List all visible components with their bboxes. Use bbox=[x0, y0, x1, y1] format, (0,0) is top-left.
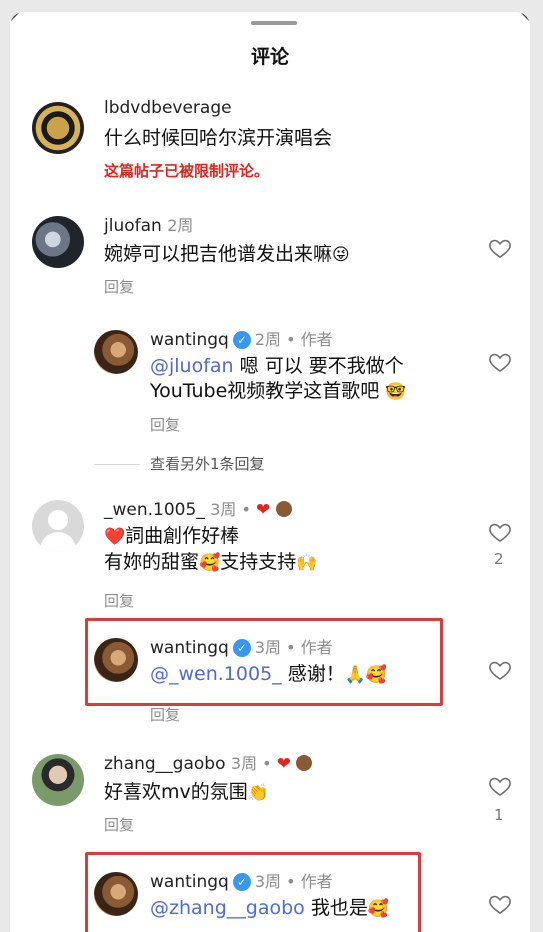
emoji: 🥰 bbox=[367, 899, 389, 919]
avatar[interactable] bbox=[94, 872, 138, 916]
timestamp: 2周 bbox=[254, 330, 282, 349]
username-row: wantingq ✓ 2周 • 作者 bbox=[150, 330, 333, 350]
drag-handle[interactable] bbox=[251, 21, 297, 25]
verified-badge-icon: ✓ bbox=[232, 639, 251, 657]
username-row: zhang__gaobo 3周 • ❤ bbox=[104, 750, 313, 774]
comment-text: @jluofan 嗯 可以 要不我做个 YouTube视频教学这首歌吧 🤓 bbox=[150, 355, 407, 402]
username[interactable]: wantingq bbox=[150, 638, 229, 658]
comment-text: @zhang__gaobo 我也是🥰 bbox=[150, 897, 389, 919]
emoji: 🤓 bbox=[385, 382, 407, 402]
restricted-notice: 这篇帖子已被限制评论。 bbox=[104, 162, 270, 180]
username[interactable]: _wen.1005_ bbox=[104, 500, 205, 520]
username[interactable]: zhang__gaobo bbox=[104, 754, 225, 774]
emoji: 😜 bbox=[332, 245, 350, 265]
username[interactable]: wantingq bbox=[150, 330, 229, 350]
liker-avatar bbox=[296, 755, 313, 771]
comment-text: 婉婷可以把吉他谱发出来嘛😜 bbox=[104, 243, 350, 265]
heart-reaction-icon: ❤ bbox=[276, 754, 291, 774]
comment-text: @_wen.1005_ 感谢！🙏🥰 bbox=[150, 663, 388, 685]
avatar[interactable] bbox=[32, 500, 84, 552]
avatar[interactable] bbox=[94, 330, 138, 374]
timestamp: 2周 bbox=[167, 216, 194, 235]
author-label: 作者 bbox=[300, 872, 333, 891]
username[interactable]: lbdvdbeverage bbox=[104, 98, 232, 118]
reply-button[interactable]: 回复 bbox=[104, 276, 134, 297]
reply-button[interactable]: 回复 bbox=[104, 814, 134, 835]
mention-link[interactable]: @zhang__gaobo bbox=[150, 897, 305, 919]
heart-outline-icon[interactable] bbox=[488, 774, 512, 798]
heart-outline-icon[interactable] bbox=[488, 658, 512, 682]
verified-badge-icon: ✓ bbox=[232, 873, 251, 891]
avatar[interactable] bbox=[32, 216, 84, 268]
timestamp: 3周 bbox=[230, 754, 258, 773]
reply-button[interactable]: 回复 bbox=[150, 704, 180, 725]
emoji: 🙏🥰 bbox=[344, 665, 388, 685]
sheet-title: 评论 bbox=[250, 46, 289, 68]
comment-text: 好喜欢mv的氛围👏 bbox=[104, 781, 269, 803]
comments-sheet: 评论 lbdvdbeverage 什么时候回哈尔滨开演唱会 这篇帖子已被限制评论… bbox=[10, 12, 530, 932]
username[interactable]: jluofan bbox=[104, 216, 162, 236]
author-label: 作者 bbox=[300, 638, 333, 657]
comment-text: ❤️詞曲創作好棒 有妳的甜蜜🥰支持支持🙌 bbox=[104, 525, 318, 573]
username-row: _wen.1005_ 3周 • ❤ bbox=[104, 496, 292, 520]
mention-link[interactable]: @_wen.1005_ bbox=[150, 663, 282, 685]
avatar[interactable] bbox=[32, 754, 84, 806]
like-count: 1 bbox=[494, 806, 504, 824]
avatar[interactable] bbox=[32, 102, 84, 154]
author-label: 作者 bbox=[300, 330, 333, 349]
timestamp: 3周 bbox=[254, 872, 282, 891]
username-row: jluofan 2周 bbox=[104, 212, 193, 236]
reply-button[interactable]: 回复 bbox=[104, 590, 134, 611]
view-more-replies-button[interactable]: 查看另外1条回复 bbox=[150, 453, 265, 474]
username-row: wantingq ✓ 3周 • 作者 bbox=[150, 638, 333, 658]
corner-mark bbox=[10, 12, 20, 22]
liker-avatar bbox=[275, 501, 292, 517]
heart-outline-icon[interactable] bbox=[488, 520, 512, 544]
avatar[interactable] bbox=[94, 638, 138, 682]
reply-button[interactable]: 回复 bbox=[150, 414, 180, 435]
emoji: 👏 bbox=[247, 783, 269, 803]
username-row: wantingq ✓ 3周 • 作者 bbox=[150, 872, 333, 892]
comment-text: 什么时候回哈尔滨开演唱会 bbox=[104, 127, 333, 149]
divider-line bbox=[94, 464, 140, 465]
verified-badge-icon: ✓ bbox=[232, 331, 251, 349]
username[interactable]: wantingq bbox=[150, 872, 229, 892]
timestamp: 3周 bbox=[210, 500, 237, 519]
heart-outline-icon[interactable] bbox=[488, 892, 512, 916]
corner-mark bbox=[520, 12, 530, 22]
timestamp: 3周 bbox=[254, 638, 282, 657]
like-count: 2 bbox=[494, 550, 504, 568]
heart-reaction-icon: ❤ bbox=[256, 500, 271, 520]
heart-outline-icon[interactable] bbox=[488, 350, 512, 374]
mention-link[interactable]: @jluofan bbox=[150, 355, 234, 377]
heart-outline-icon[interactable] bbox=[488, 236, 512, 260]
